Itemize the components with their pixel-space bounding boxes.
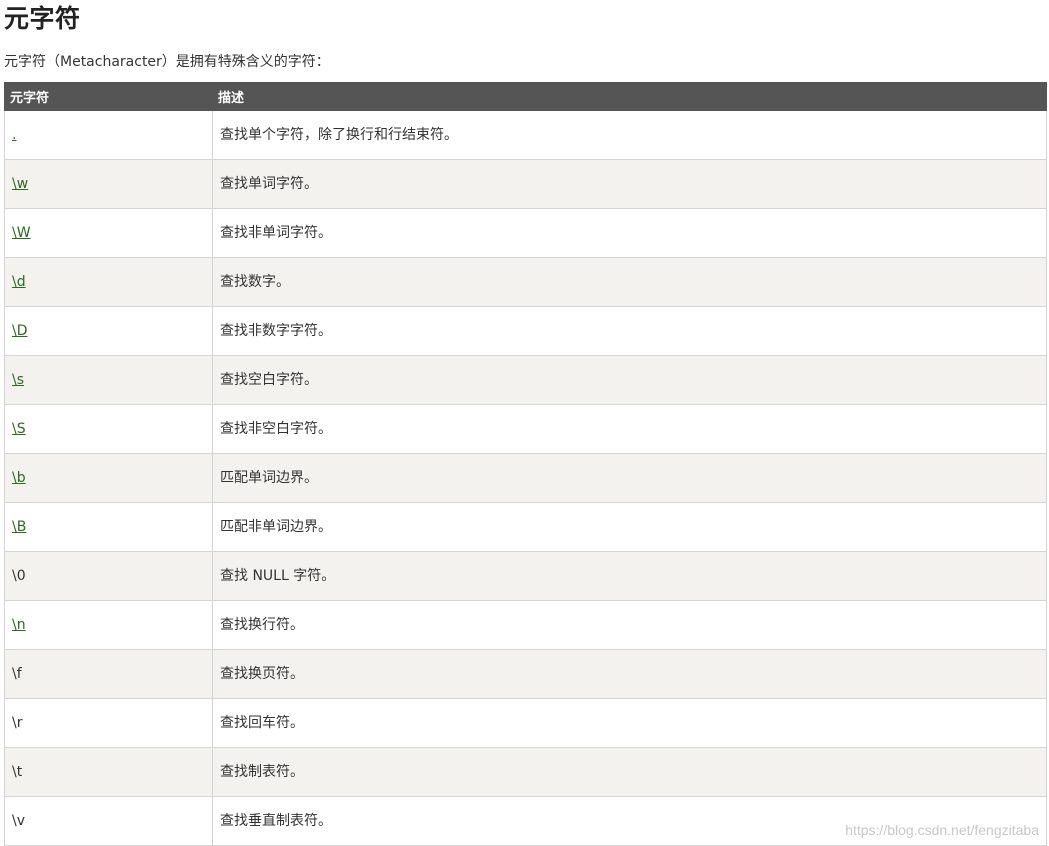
metacharacter-link[interactable]: \w — [12, 176, 28, 192]
description-cell: 查找单个字符，除了换行和行结束符。 — [212, 110, 1047, 160]
metacharacter-text: \0 — [12, 568, 26, 584]
table-row: \v 查找垂直制表符。 — [4, 796, 1047, 846]
metacharacter-text: \r — [12, 715, 23, 731]
table-row: \W 查找非单词字符。 — [4, 208, 1047, 258]
table-row: \D 查找非数字字符。 — [4, 306, 1047, 356]
metacharacter-cell[interactable]: \w — [4, 159, 213, 209]
table-header-row: 元字符 描述 — [4, 82, 1047, 111]
intro-text: 元字符（Metacharacter）是拥有特殊含义的字符： — [4, 54, 330, 70]
column-header-description: 描述 — [212, 82, 1047, 111]
metacharacter-cell[interactable]: \W — [4, 208, 213, 258]
table-row: \r 查找回车符。 — [4, 698, 1047, 748]
metacharacter-cell: \r — [4, 698, 213, 748]
metacharacter-cell: \0 — [4, 551, 213, 601]
metacharacter-cell[interactable]: \B — [4, 502, 213, 552]
description-cell: 匹配非单词边界。 — [212, 502, 1047, 552]
metacharacter-link[interactable]: \B — [12, 519, 26, 535]
description-cell: 查找垂直制表符。 — [212, 796, 1047, 846]
metacharacter-cell: \t — [4, 747, 213, 797]
watermark: https://blog.csdn.net/fengzitaba — [845, 822, 1039, 838]
metacharacter-cell[interactable]: . — [4, 110, 213, 160]
description-cell: 查找换行符。 — [212, 600, 1047, 650]
metacharacter-cell: \f — [4, 649, 213, 699]
page-title: 元字符 — [4, 4, 81, 33]
description-cell: 查找回车符。 — [212, 698, 1047, 748]
metacharacter-cell[interactable]: \D — [4, 306, 213, 356]
metacharacter-cell[interactable]: \s — [4, 355, 213, 405]
table-row: \t 查找制表符。 — [4, 747, 1047, 797]
metacharacter-text: \f — [12, 666, 22, 682]
table-row: \w 查找单词字符。 — [4, 159, 1047, 209]
table-row: \n 查找换行符。 — [4, 600, 1047, 650]
table-row: \s 查找空白字符。 — [4, 355, 1047, 405]
description-cell: 查找空白字符。 — [212, 355, 1047, 405]
table-row: \S 查找非空白字符。 — [4, 404, 1047, 454]
table-row: \b 匹配单词边界。 — [4, 453, 1047, 503]
column-header-metacharacter: 元字符 — [4, 82, 213, 111]
metacharacter-link[interactable]: \b — [12, 470, 26, 486]
metacharacter-table: 元字符 描述 . 查找单个字符，除了换行和行结束符。 \w 查找单词字符。 \W 查找非单… — [4, 82, 1047, 846]
metacharacter-cell: \v — [4, 796, 213, 846]
table-row: \B 匹配非单词边界。 — [4, 502, 1047, 552]
metacharacter-link[interactable]: . — [12, 127, 16, 143]
description-cell: 查找 NULL 字符。 — [212, 551, 1047, 601]
table-row: \0 查找 NULL 字符。 — [4, 551, 1047, 601]
metacharacter-cell[interactable]: \d — [4, 257, 213, 307]
metacharacter-cell[interactable]: \S — [4, 404, 213, 454]
metacharacter-link[interactable]: \d — [12, 274, 26, 290]
metacharacter-link[interactable]: \W — [12, 225, 31, 241]
description-cell: 查找换页符。 — [212, 649, 1047, 699]
table-body: . 查找单个字符，除了换行和行结束符。 \w 查找单词字符。 \W 查找非单词字符。 \d 查… — [4, 110, 1047, 846]
metacharacter-link[interactable]: \S — [12, 421, 26, 437]
metacharacter-text: \v — [12, 813, 26, 829]
description-cell: 查找制表符。 — [212, 747, 1047, 797]
table-row: \d 查找数字。 — [4, 257, 1047, 307]
table-row: . 查找单个字符，除了换行和行结束符。 — [4, 110, 1047, 160]
metacharacter-link[interactable]: \s — [12, 372, 24, 388]
metacharacter-cell[interactable]: \b — [4, 453, 213, 503]
description-cell: 查找单词字符。 — [212, 159, 1047, 209]
description-cell: 查找数字。 — [212, 257, 1047, 307]
description-cell: 查找非数字字符。 — [212, 306, 1047, 356]
metacharacter-cell[interactable]: \n — [4, 600, 213, 650]
metacharacter-link[interactable]: \n — [12, 617, 26, 633]
metacharacter-text: \t — [12, 764, 23, 780]
table-row: \f 查找换页符。 — [4, 649, 1047, 699]
description-cell: 匹配单词边界。 — [212, 453, 1047, 503]
metacharacter-link[interactable]: \D — [12, 323, 28, 339]
description-cell: 查找非空白字符。 — [212, 404, 1047, 454]
description-cell: 查找非单词字符。 — [212, 208, 1047, 258]
